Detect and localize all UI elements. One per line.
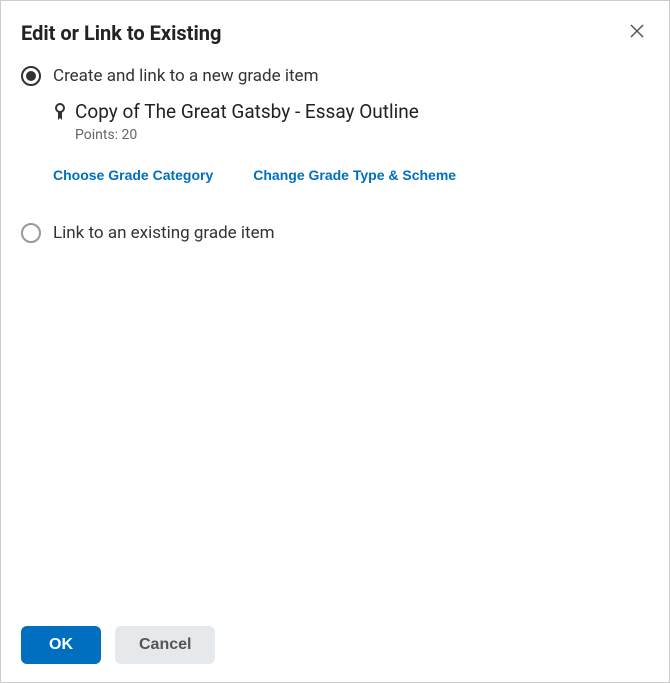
grade-item-details: Copy of The Great Gatsby - Essay Outline…	[53, 100, 649, 143]
grade-item-icon	[53, 103, 67, 121]
change-grade-type-scheme-link[interactable]: Change Grade Type & Scheme	[253, 167, 456, 183]
radio-label-create-new: Create and link to a new grade item	[53, 66, 318, 86]
choose-grade-category-link[interactable]: Choose Grade Category	[53, 167, 213, 183]
points-label: Points: 20	[75, 127, 649, 143]
ok-button[interactable]: OK	[21, 626, 101, 664]
grade-item-title-row: Copy of The Great Gatsby - Essay Outline	[53, 100, 649, 123]
radio-option-link-existing[interactable]: Link to an existing grade item	[21, 223, 649, 243]
grade-item-title: Copy of The Great Gatsby - Essay Outline	[75, 100, 419, 123]
radio-option-create-new[interactable]: Create and link to a new grade item	[21, 66, 649, 86]
radio-input-link-existing[interactable]	[21, 223, 41, 243]
grade-action-links: Choose Grade Category Change Grade Type …	[53, 167, 649, 183]
cancel-button[interactable]: Cancel	[115, 626, 215, 664]
close-button[interactable]	[625, 19, 649, 46]
close-icon	[629, 23, 645, 42]
edit-link-dialog: Edit or Link to Existing Create and link…	[0, 0, 670, 683]
dialog-title: Edit or Link to Existing	[21, 21, 221, 45]
radio-label-link-existing: Link to an existing grade item	[53, 223, 275, 243]
dialog-header: Edit or Link to Existing	[1, 1, 669, 56]
dialog-content: Create and link to a new grade item Copy…	[1, 56, 669, 608]
dialog-footer: OK Cancel	[1, 608, 669, 682]
radio-input-create-new[interactable]	[21, 66, 41, 86]
